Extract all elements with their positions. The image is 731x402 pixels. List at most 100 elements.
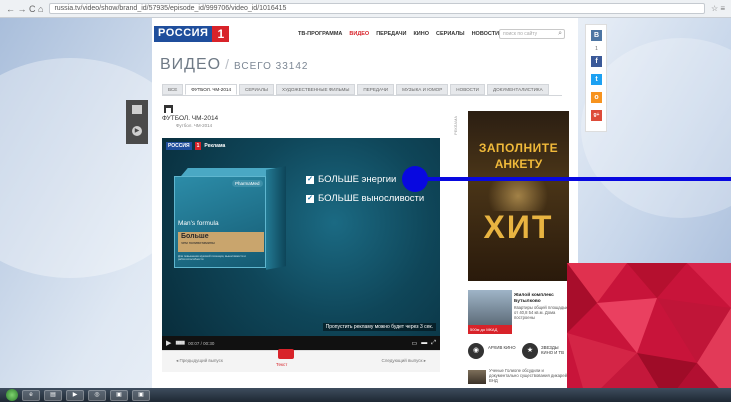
- red-overlay-panel: [567, 263, 731, 402]
- player-logo-word: РОССИЯ: [166, 142, 192, 150]
- news-title[interactable]: Жилой комплекс Бутылково: [514, 293, 572, 304]
- taskbar-folder-icon[interactable]: ▤: [44, 389, 62, 401]
- package-brand: PharmaMed: [232, 180, 263, 187]
- ad-banner-line2: АНКЕТУ: [494, 157, 543, 171]
- search-icon[interactable]: ⌕: [558, 30, 562, 38]
- ad-side-label: РЕКЛАМА: [453, 116, 458, 135]
- news-thumbnail-caption: 500м до МКАД: [468, 325, 512, 334]
- ad-banner[interactable]: ЗАПОЛНИТЕ АНКЕТУ ХИТ: [468, 111, 569, 281]
- tab-football[interactable]: ФУТБОЛ. ЧМ-2014: [185, 84, 237, 95]
- tab-all[interactable]: ВСЕ: [162, 84, 184, 95]
- fullscreen-icon[interactable]: ⤢: [431, 340, 436, 347]
- nav-item-news[interactable]: НОВОСТИ: [472, 31, 500, 37]
- tab-divider: [162, 95, 562, 96]
- tab-series[interactable]: СЕРИАЛЫ: [239, 84, 274, 95]
- odnoklassniki-icon[interactable]: о: [591, 92, 602, 103]
- twitter-icon[interactable]: t: [591, 74, 602, 85]
- site-logo[interactable]: РОССИЯ 1: [154, 26, 230, 42]
- ad-label: Реклама: [204, 143, 226, 149]
- breadcrumb-title[interactable]: ФУТБОЛ. ЧМ-2014: [162, 115, 218, 122]
- nav-item-shows[interactable]: ПЕРЕДАЧИ: [376, 31, 406, 37]
- play-circle-icon[interactable]: ▶: [132, 126, 142, 136]
- claim-text: БОЛЬШЕ выносливости: [318, 193, 425, 204]
- category-archive-kino[interactable]: АРХИВ КИНО: [488, 345, 518, 350]
- category-tabs: ВСЕ ФУТБОЛ. ЧМ-2014 СЕРИАЛЫ ХУДОЖЕСТВЕНН…: [162, 84, 549, 95]
- episode-navigation: ◂ Предыдущий выпуск Текст Следующий выпу…: [162, 349, 440, 372]
- vk-icon[interactable]: В: [591, 30, 602, 41]
- nav-item-cinema[interactable]: КИНО: [413, 31, 429, 37]
- nav-item-series[interactable]: СЕРИАЛЫ: [436, 31, 465, 37]
- share-count: 1: [595, 46, 598, 52]
- site-header: РОССИЯ 1 ТВ-ПРОГРАММА ВИДЕО ПЕРЕДАЧИ КИН…: [152, 22, 578, 44]
- address-bar[interactable]: russia.tv/video/show/brand_id/57935/epis…: [49, 3, 705, 14]
- news-thumbnail[interactable]: 500м до МКАД: [468, 290, 512, 334]
- top-navigation: ТВ-ПРОГРАММА ВИДЕО ПЕРЕДАЧИ КИНО СЕРИАЛЫ…: [298, 31, 499, 37]
- star-icon[interactable]: ★: [522, 343, 538, 359]
- annotation-line: [420, 177, 731, 181]
- volume-icon[interactable]: ▮▮▮▮▮: [175, 340, 185, 346]
- previous-episode-link[interactable]: ◂ Предыдущий выпуск: [176, 358, 223, 364]
- left-floating-toolbar: ▶: [126, 100, 148, 144]
- browser-nav-icons[interactable]: ← → C ⌂: [6, 4, 43, 14]
- package-name: Man's formula: [178, 220, 219, 227]
- tab-documentary[interactable]: ДОКУМЕНТАЛИСТИКА: [486, 84, 549, 95]
- page-title-text: ВИДЕО: [160, 56, 222, 73]
- search-input[interactable]: поиск по сайту ⌕: [499, 29, 565, 39]
- taskbar-chrome-icon[interactable]: ◎: [88, 389, 106, 401]
- annotation-dot: [402, 166, 428, 192]
- browser-menu-icons[interactable]: ☆ ≡: [711, 4, 725, 13]
- ad-banner-line1: ЗАПОЛНИТЕ: [478, 141, 559, 155]
- tab-films[interactable]: ХУДОЖЕСТВЕННЫЕ ФИЛЬМЫ: [276, 84, 356, 95]
- facebook-icon[interactable]: f: [591, 56, 602, 67]
- checkbox-icon: ✓: [306, 175, 314, 184]
- taskbar-app-icon[interactable]: ▣: [110, 389, 128, 401]
- page-title: ВИДЕО / ВСЕГО 33142: [160, 56, 308, 74]
- nav-item-video[interactable]: ВИДЕО: [349, 31, 369, 37]
- film-reel-icon[interactable]: ◉: [468, 343, 484, 359]
- start-button-icon[interactable]: [6, 389, 18, 401]
- claim-text: БОЛЬШЕ энергии: [318, 174, 397, 185]
- logo-word: РОССИЯ: [154, 26, 213, 42]
- google-plus-icon[interactable]: g+: [591, 110, 602, 121]
- social-share-bar: В 1 f t о g+: [585, 24, 607, 132]
- news-text[interactable]: Ученые Голиопе обсудили и документально …: [489, 368, 569, 384]
- package-band-subtitle: чем поливитамины: [181, 241, 215, 245]
- package-band-title: Больше: [181, 233, 209, 240]
- os-taskbar: e ▤ ▶ ◎ ▣ ▣: [0, 388, 731, 402]
- text-icon[interactable]: [278, 349, 294, 359]
- play-icon[interactable]: ▶: [166, 339, 171, 347]
- video-player[interactable]: РОССИЯ 1 Реклама PharmaMed Man's formula…: [162, 138, 440, 350]
- polygon-pattern: [567, 263, 731, 402]
- news-thumbnail[interactable]: [468, 370, 486, 384]
- taskbar-media-icon[interactable]: ▶: [66, 389, 84, 401]
- claim-item: ✓ БОЛЬШЕ выносливости: [306, 193, 424, 204]
- product-package: PharmaMed Man's formula Больше чем полив…: [174, 166, 289, 273]
- video-count: ВСЕГО 33142: [234, 61, 309, 72]
- package-band: Больше чем поливитамины: [178, 232, 264, 252]
- subtitles-icon[interactable]: ▭: [412, 340, 418, 347]
- breadcrumb-home-icon[interactable]: [164, 105, 173, 113]
- nav-item-tv-program[interactable]: ТВ-ПРОГРАММА: [298, 31, 342, 37]
- tab-shows[interactable]: ПЕРЕДАЧИ: [357, 84, 395, 95]
- next-episode-link[interactable]: Следующий выпуск ▸: [382, 358, 427, 364]
- ad-banner-sparks: [478, 181, 558, 211]
- browser-toolbar: ← → C ⌂ russia.tv/video/show/brand_id/57…: [0, 0, 731, 18]
- player-logo: РОССИЯ 1 Реклама: [166, 142, 225, 150]
- tab-news[interactable]: НОВОСТИ: [450, 84, 485, 95]
- package-fine-print: Для повышения мужской потенции, вынослив…: [178, 254, 246, 262]
- player-logo-number: 1: [194, 142, 202, 150]
- settings-icon[interactable]: ▬: [421, 340, 427, 346]
- player-controls: ▶ ▮▮▮▮▮ 00:07 / 00:30 ▭ ▬ ⤢: [162, 336, 440, 350]
- breadcrumb-subtitle: Футбол. ЧМ-2014: [176, 123, 213, 128]
- title-separator: /: [225, 56, 231, 72]
- site-content: РОССИЯ 1 ТВ-ПРОГРАММА ВИДЕО ПЕРЕДАЧИ КИН…: [152, 18, 578, 388]
- tab-music[interactable]: МУЗЫКА И ЮМОР: [396, 84, 449, 95]
- logo-number: 1: [212, 26, 230, 42]
- home-icon[interactable]: [132, 105, 142, 114]
- playback-time: 00:07 / 00:30: [188, 340, 215, 346]
- text-button-label[interactable]: Текст: [276, 362, 287, 367]
- search-placeholder: поиск по сайту: [503, 31, 538, 37]
- taskbar-ie-icon[interactable]: e: [22, 389, 40, 401]
- taskbar-app-icon[interactable]: ▣: [132, 389, 150, 401]
- news-text: Квартиры общей площадью от 40,8 54 кв.м.…: [514, 305, 569, 321]
